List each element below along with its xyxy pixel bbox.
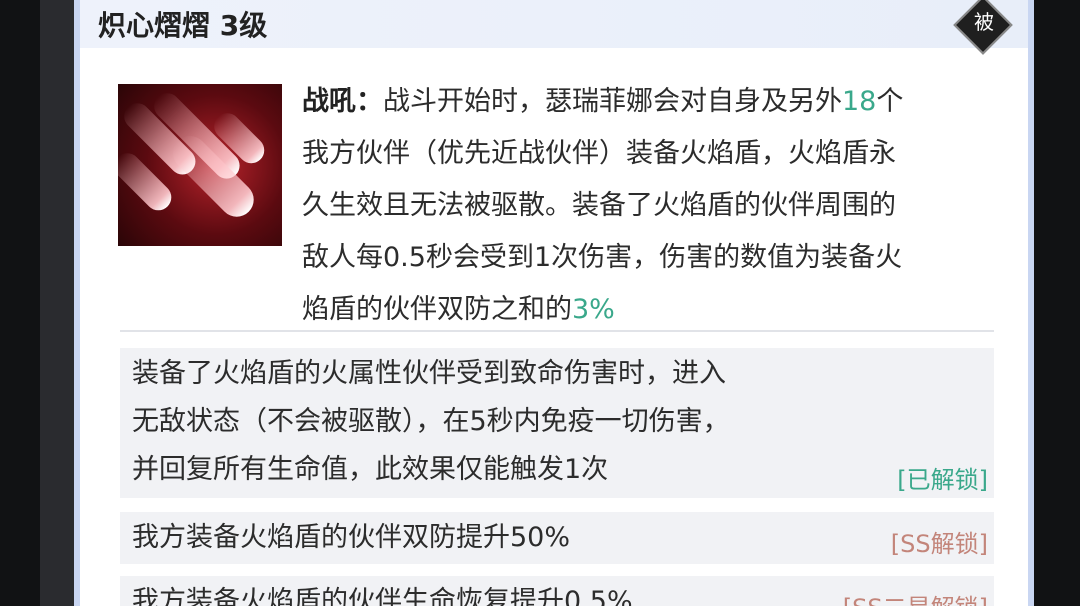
description-line: 敌人每0.5秒会受到1次伤害，伤害的数值为装备火	[302, 242, 903, 273]
description-line: 战吼：战斗开始时，瑟瑞菲娜会对自身及另外18个	[302, 86, 904, 117]
description-line: 焰盾的伙伴双防之和的3%	[302, 294, 615, 325]
upgrade-row: 我方装备火焰盾的伙伴生命恢复提升0.5% [SS二星解锁]	[120, 576, 994, 606]
unlock-status-tag: [SS二星解锁]	[843, 588, 988, 606]
partner-count: 18	[842, 86, 877, 117]
card-header: 炽心熠熠 3级 被	[80, 0, 1028, 55]
passive-badge-label: 被	[974, 10, 994, 34]
skill-description: 战吼：战斗开始时，瑟瑞菲娜会对自身及另外18个 我方伙伴（优先近战伙伴）装备火焰…	[302, 76, 1002, 336]
unlock-status-tag: [SS解锁]	[890, 530, 988, 558]
upgrade-text: 我方装备火焰盾的伙伴生命恢复提升0.5%	[132, 586, 633, 606]
skill-title: 炽心熠熠 3级	[98, 9, 268, 42]
description-line: 久生效且无法被驱散。装备了火焰盾的伙伴周围的	[302, 190, 896, 221]
upgrade-row: 装备了火焰盾的火属性伙伴受到致命伤害时，进入 无敌状态（不会被驱散），在5秒内免…	[120, 348, 994, 498]
battle-cry-keyword: 战吼：	[302, 86, 383, 117]
upgrade-row: 我方装备火焰盾的伙伴双防提升50% [SS解锁]	[120, 512, 994, 564]
upgrade-text: 我方装备火焰盾的伙伴双防提升50%	[132, 522, 571, 553]
upgrade-text: 并回复所有生命值，此效果仅能触发1次	[132, 454, 609, 485]
damage-percent: 3%	[572, 294, 615, 325]
unlock-status-tag: [已解锁]	[897, 466, 988, 494]
skill-card: 炽心熠熠 3级 被 战吼：战斗开始时，瑟瑞菲娜会对自身及另外18个 我方伙伴（优…	[74, 0, 1034, 606]
upgrade-text: 无敌状态（不会被驱散），在5秒内免疫一切伤害，	[132, 406, 730, 437]
fire-meteor-skill-icon	[118, 84, 282, 246]
description-line: 我方伙伴（优先近战伙伴）装备火焰盾，火焰盾永	[302, 138, 896, 169]
divider	[120, 330, 994, 332]
upgrade-text: 装备了火焰盾的火属性伙伴受到致命伤害时，进入	[132, 358, 726, 389]
